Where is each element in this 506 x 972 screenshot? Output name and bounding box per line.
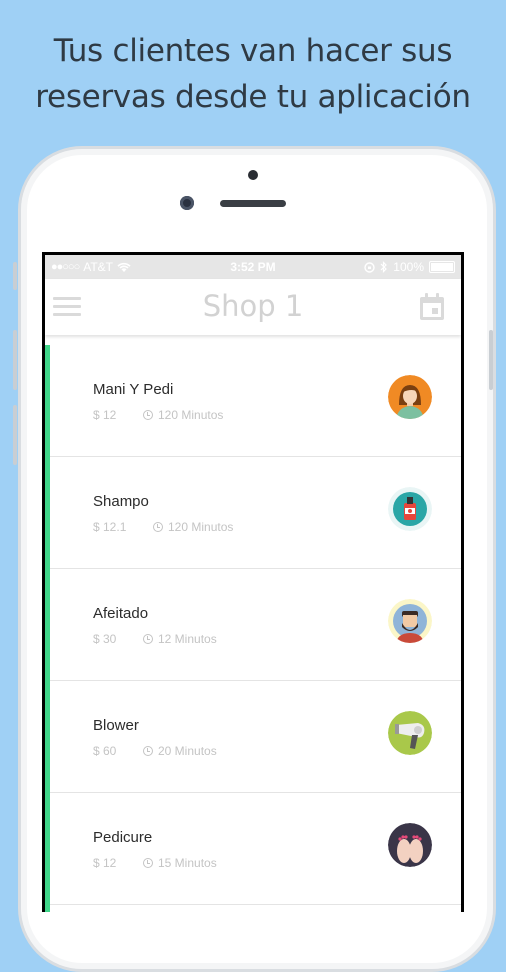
phone-mute-switch: [13, 262, 17, 290]
phone-screen: ●●○○○ AT&T 3:52 PM 100% Shop 1 Mani Y Pe…: [42, 252, 464, 912]
service-duration-text: 120 Minutos: [168, 520, 234, 534]
clock-icon: [143, 858, 153, 868]
app-bar: Shop 1: [45, 279, 461, 335]
bluetooth-icon: [380, 261, 388, 273]
service-row-pedicure[interactable]: Pedicure $ 12 15 Minutos: [50, 793, 461, 905]
clock-icon: [143, 746, 153, 756]
service-duration-text: 12 Minutos: [158, 632, 217, 646]
proximity-sensor: [248, 170, 258, 180]
service-price: $ 12: [93, 856, 117, 870]
battery-icon: [429, 261, 455, 273]
service-name: Mani Y Pedi: [93, 381, 174, 398]
feet-icon: [388, 823, 432, 867]
calendar-button[interactable]: [419, 293, 445, 321]
service-row-afeitado[interactable]: Afeitado $ 30 12 Minutos: [50, 569, 461, 681]
service-name: Pedicure: [93, 829, 153, 846]
headline-line-2: reservas desde tu aplicación: [35, 79, 471, 115]
service-duration-text: 20 Minutos: [158, 744, 217, 758]
service-duration-text: 120 Minutos: [158, 408, 224, 422]
clock-icon: [143, 410, 153, 420]
phone-power-button: [489, 330, 493, 390]
status-bar: ●●○○○ AT&T 3:52 PM 100%: [45, 255, 461, 279]
bearded-man-icon: [388, 599, 432, 643]
shampoo-bottle-icon: [388, 487, 432, 531]
woman-avatar-icon: [388, 375, 432, 419]
service-duration: 15 Minutos: [143, 856, 217, 870]
service-name: Shampo: [93, 493, 149, 510]
service-name: Blower: [93, 717, 139, 734]
service-row-shampo[interactable]: Shampo $ 12.1 120 Minutos: [50, 457, 461, 569]
service-duration: 12 Minutos: [143, 632, 217, 646]
phone-volume-down: [13, 405, 17, 465]
service-duration: 20 Minutos: [143, 744, 217, 758]
page-title: Shop 1: [202, 289, 304, 323]
clock-icon: [153, 522, 163, 532]
service-price: $ 12.1: [93, 520, 127, 534]
services-list: Mani Y Pedi $ 12 120 Minutos Shampo $ 12…: [45, 345, 461, 912]
headline: Tus clientes van hacer sus reservas desd…: [0, 28, 506, 120]
earpiece-speaker: [220, 200, 286, 207]
service-price: $ 12: [93, 408, 117, 422]
battery-percent: 100%: [393, 260, 424, 274]
service-row-blower[interactable]: Blower $ 60 20 Minutos: [50, 681, 461, 793]
service-row-mani-y-pedi[interactable]: Mani Y Pedi $ 12 120 Minutos: [50, 345, 461, 457]
hair-dryer-icon: [388, 711, 432, 755]
rotation-lock-icon: [364, 261, 375, 273]
clock-icon: [143, 634, 153, 644]
service-price: $ 60: [93, 744, 117, 758]
service-name: Afeitado: [93, 605, 149, 622]
phone-volume-up: [13, 330, 17, 390]
calendar-icon: [420, 293, 444, 320]
service-duration-text: 15 Minutos: [158, 856, 217, 870]
front-camera-icon: [180, 196, 194, 210]
service-price: $ 30: [93, 632, 117, 646]
service-duration: 120 Minutos: [143, 408, 223, 422]
headline-line-1: Tus clientes van hacer sus: [53, 33, 453, 69]
service-duration: 120 Minutos: [153, 520, 233, 534]
